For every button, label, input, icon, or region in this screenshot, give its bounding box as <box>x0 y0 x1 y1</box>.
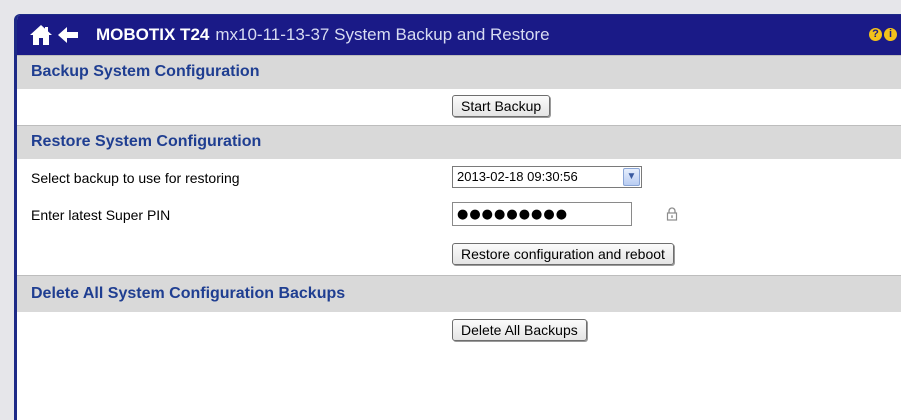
delete-row: Delete All Backups <box>17 312 901 352</box>
section-header-restore: Restore System Configuration <box>17 125 901 159</box>
select-backup-row: Select backup to use for restoring 2013-… <box>17 159 901 195</box>
section-title-restore: Restore System Configuration <box>31 133 262 150</box>
super-pin-label: Enter latest Super PIN <box>31 207 171 223</box>
page-subtitle: mx10-11-13-37 System Backup and Restore <box>215 25 550 44</box>
start-backup-button[interactable]: Start Backup <box>452 95 551 117</box>
title-bar: MOBOTIX T24 mx10-11-13-37 System Backup a… <box>17 15 901 55</box>
section-header-backup: Backup System Configuration <box>17 55 901 89</box>
help-icon[interactable]: ? <box>869 28 882 41</box>
backup-row: Start Backup <box>17 89 901 125</box>
select-backup-label: Select backup to use for restoring <box>31 170 240 186</box>
lock-icon <box>666 207 678 221</box>
section-title-backup: Backup System Configuration <box>31 63 260 80</box>
selected-backup-value: 2013-02-18 09:30:56 <box>457 169 578 184</box>
section-title-delete: Delete All System Configuration Backups <box>31 285 346 302</box>
info-icon[interactable]: i <box>884 28 897 41</box>
restore-button-row: Restore configuration and reboot <box>17 235 901 275</box>
backup-restore-window: MOBOTIX T24 mx10-11-13-37 System Backup a… <box>14 14 901 420</box>
home-icon[interactable] <box>29 24 53 46</box>
section-header-delete: Delete All System Configuration Backups <box>17 275 901 312</box>
super-pin-row: Enter latest Super PIN <box>17 195 901 235</box>
restore-reboot-button[interactable]: Restore configuration and reboot <box>452 243 674 265</box>
super-pin-field[interactable] <box>452 202 632 226</box>
delete-all-backups-button[interactable]: Delete All Backups <box>452 319 587 341</box>
back-arrow-icon[interactable] <box>57 26 79 44</box>
page-title: MOBOTIX T24 mx10-11-13-37 System Backup a… <box>96 25 550 45</box>
chevron-down-icon[interactable]: ▼ <box>623 168 640 186</box>
camera-model: MOBOTIX T24 <box>96 25 210 44</box>
backup-select[interactable]: 2013-02-18 09:30:56 ▼ <box>452 166 642 188</box>
